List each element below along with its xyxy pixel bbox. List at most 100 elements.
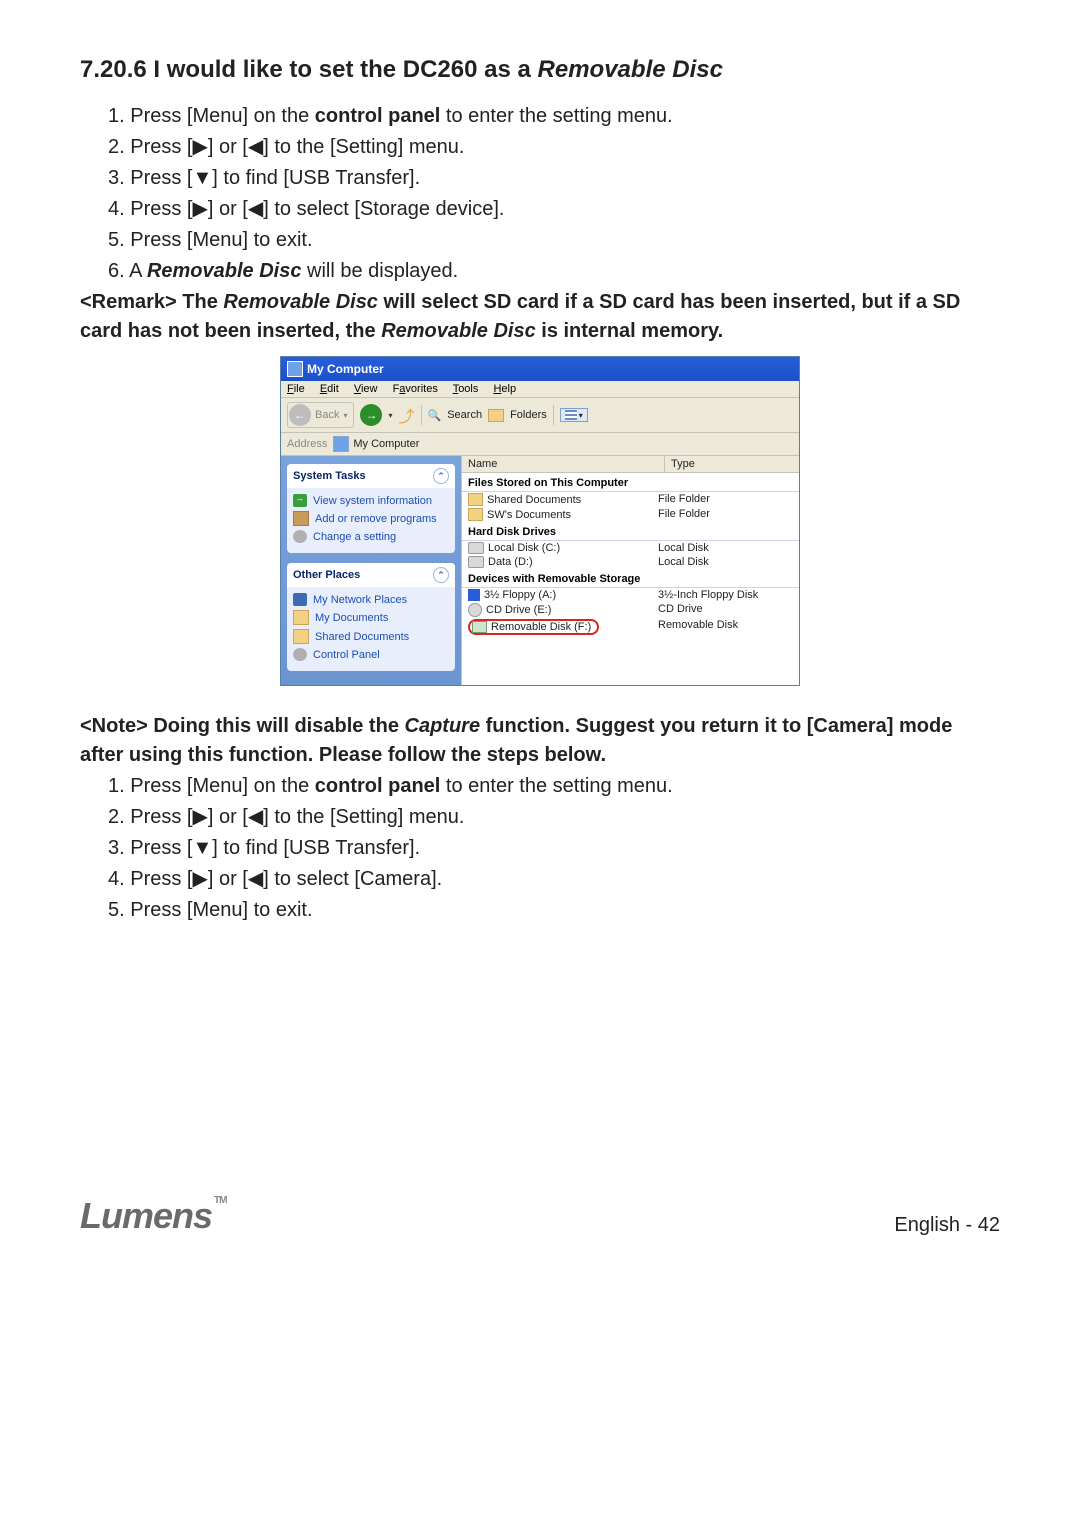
item-label: Shared Documents [315,631,409,643]
network-icon [293,593,307,606]
item-label: View system information [313,495,432,507]
task-add-remove[interactable]: Add or remove programs [291,509,451,528]
list-item[interactable]: Local Disk (C:) Local Disk [462,541,799,555]
item-type: Removable Disk [658,619,793,635]
forward-icon: → [360,404,382,426]
step: 2. Press [▶] or [◀] to the [Setting] men… [108,133,1000,162]
list-item[interactable]: Shared DocumentsFile Folder [462,492,799,507]
note: <Note> Doing this will disable the Captu… [80,712,1000,770]
other-network[interactable]: My Network Places [291,591,451,608]
item-name: Local Disk (C:) [488,542,560,554]
back-label: Back [315,409,339,421]
divider [553,405,554,425]
menu-tools[interactable]: Tools [453,383,479,395]
step-text: to enter the setting menu. [440,775,672,797]
step: 4. Press [▶] or [◀] to select [Storage d… [108,195,1000,224]
trademark-symbol: TM [214,1195,226,1206]
brand-text: Lumens [80,1195,212,1236]
dropdown-icon: ▾ [343,411,347,420]
panel-header[interactable]: Other Places ⌃ [287,563,455,587]
other-control-panel[interactable]: Control Panel [291,646,451,663]
step: 4. Press [▶] or [◀] to select [Camera]. [108,865,1000,894]
remark-italic: Removable Disc [223,291,378,313]
step: 3. Press [▼] to find [USB Transfer]. [108,164,1000,193]
other-mydocs[interactable]: My Documents [291,608,451,627]
group-hard-disk: Hard Disk Drives [462,522,799,541]
collapse-icon[interactable]: ⌃ [433,567,449,583]
panel-title: Other Places [293,569,360,581]
search-icon: 🔍 [428,409,442,422]
item-type: Local Disk [658,542,793,554]
my-computer-window: My Computer File Edit View Favorites Too… [280,356,800,686]
step-bold: control panel [315,775,441,797]
up-folder-button[interactable]: ⤴ [399,403,415,427]
page-number: English - 42 [894,1214,1000,1237]
dropdown-icon[interactable]: ▾ [388,411,392,420]
search-button[interactable]: Search [447,409,482,421]
views-icon [565,410,577,420]
step: 6. A Removable Disc will be displayed. [108,257,1000,286]
panel-header[interactable]: System Tasks ⌃ [287,464,455,488]
split-pane: System Tasks ⌃ View system information A… [281,456,799,685]
page-footer: LumensTM English - 42 [80,1195,1000,1237]
disk-icon [468,542,484,554]
step: 5. Press [Menu] to exit. [108,896,1000,925]
task-change-setting[interactable]: Change a setting [291,528,451,545]
list-item[interactable]: 3½ Floppy (A:)3½-Inch Floppy Disk [462,588,799,602]
item-name: Data (D:) [488,556,533,568]
sidebar: System Tasks ⌃ View system information A… [281,456,461,685]
note-italic: Capture [405,715,481,737]
other-shared[interactable]: Shared Documents [291,627,451,646]
address-value: My Computer [353,438,419,450]
my-computer-icon [287,361,303,377]
menu-help[interactable]: Help [493,383,516,395]
address-value-box[interactable]: My Computer [333,436,419,452]
item-label: Change a setting [313,531,396,543]
item-name: 3½ Floppy (A:) [484,589,556,601]
menu-file[interactable]: File [287,383,305,395]
panel-title: System Tasks [293,470,366,482]
col-name[interactable]: Name [462,456,665,472]
item-type: Local Disk [658,556,793,568]
step: 1. Press [Menu] on the control panel to … [108,102,1000,131]
window-titlebar: My Computer [281,357,799,381]
column-headers: Name Type [462,456,799,473]
col-type[interactable]: Type [665,456,799,472]
removable-disk-icon [472,621,487,633]
folder-icon [468,493,483,506]
step-text: 1. Press [Menu] on the [108,105,315,127]
cd-icon [468,603,482,617]
views-button[interactable]: ▾ [560,408,588,422]
menu-view[interactable]: View [354,383,378,395]
remark-text: is internal memory. [536,320,723,342]
collapse-icon[interactable]: ⌃ [433,468,449,484]
forward-button[interactable]: → [360,404,382,426]
item-label: Add or remove programs [315,513,437,525]
list-item[interactable]: CD Drive (E:)CD Drive [462,602,799,618]
section-heading: 7.20.6 I would like to set the DC260 as … [80,56,1000,84]
back-button[interactable]: ← Back ▾ [287,402,354,428]
panel-items: My Network Places My Documents Shared Do… [287,587,455,671]
item-name: Removable Disk (F:) [491,621,591,633]
item-type: File Folder [658,508,793,521]
menu-edit[interactable]: Edit [320,383,339,395]
back-icon: ← [289,404,311,426]
list-item[interactable]: Data (D:) Local Disk [462,555,799,569]
step-text: to enter the setting menu. [440,105,672,127]
address-bar: Address My Computer [281,433,799,456]
gear-icon [293,530,307,543]
heading-number: 7.20.6 [80,56,147,83]
task-view-info[interactable]: View system information [291,492,451,509]
note-text: <Note> Doing this will disable the [80,715,405,737]
disk-icon [468,556,484,568]
step-text: 6. A [108,260,147,282]
folders-icon [488,409,504,422]
divider [421,405,422,425]
folders-button[interactable]: Folders [510,409,547,421]
list-item[interactable]: SW's Documents File Folder [462,507,799,522]
item-name: SW's Documents [487,509,571,521]
list-item-removable-highlight[interactable]: Removable Disk (F:) Removable Disk [462,618,799,636]
menu-favorites[interactable]: Favorites [393,383,438,395]
menu-bar: File Edit View Favorites Tools Help [281,381,799,398]
box-icon [293,511,309,526]
